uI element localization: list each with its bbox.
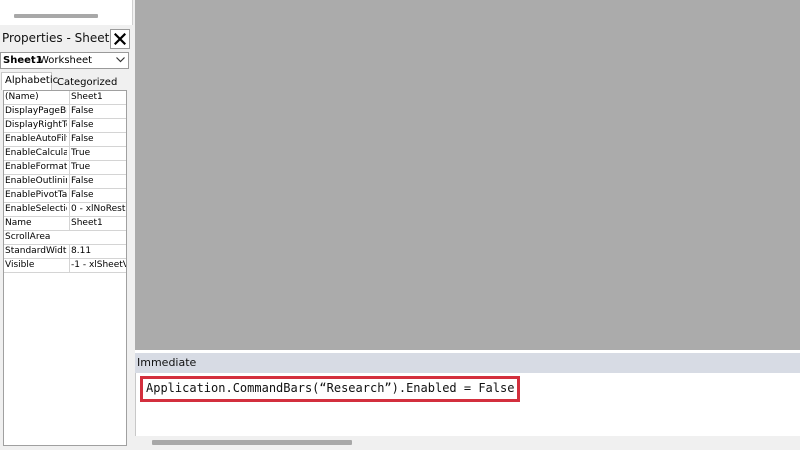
immediate-code-line[interactable]: Application.CommandBars(“Research”).Enab… (146, 381, 514, 395)
property-name: DisplayRightTo (5, 120, 67, 130)
chevron-down-icon (116, 57, 125, 63)
property-value[interactable]: False (69, 119, 126, 132)
property-row[interactable]: EnableSelection 0 - xlNoRestri (4, 203, 126, 217)
tab-alphabetic[interactable]: Alphabetic (1, 72, 58, 90)
immediate-horizontal-scrollbar-thumb[interactable] (152, 440, 352, 445)
property-name: EnableCalculati (5, 148, 67, 158)
property-value[interactable]: False (69, 189, 126, 202)
highlighted-code-box: Application.CommandBars(“Research”).Enab… (140, 376, 520, 402)
property-name: EnablePivotTab (5, 190, 67, 200)
property-row[interactable]: Name Sheet1 (4, 217, 126, 231)
properties-grid: (Name) Sheet1 DisplayPageBre False Displ… (3, 90, 127, 446)
project-explorer-horizontal-scrollbar[interactable] (14, 14, 98, 18)
property-name: Name (5, 218, 32, 228)
immediate-window-title: Immediate (137, 356, 197, 369)
property-name: EnableOutlining (5, 176, 67, 186)
property-value[interactable]: 8.11 (69, 245, 126, 258)
property-row[interactable]: StandardWidth 8.11 (4, 245, 126, 259)
project-explorer-pane[interactable] (0, 0, 133, 25)
properties-title: Properties - Sheet1 (2, 31, 117, 45)
property-name: (Name) (5, 92, 39, 102)
property-name: DisplayPageBre (5, 106, 67, 116)
property-row[interactable]: EnableAutoFilte False (4, 133, 126, 147)
code-workspace-area (135, 0, 800, 350)
property-value[interactable]: True (69, 161, 126, 174)
property-value[interactable]: False (69, 133, 126, 146)
properties-tabs: Alphabetic Categorized (0, 72, 132, 90)
close-icon (114, 33, 126, 45)
property-row[interactable]: EnablePivotTab False (4, 189, 126, 203)
property-value[interactable]: Sheet1 (69, 217, 126, 230)
property-value[interactable]: Sheet1 (69, 91, 126, 104)
immediate-window-title-bar: Immediate (135, 353, 800, 373)
property-name: Visible (5, 260, 35, 270)
property-row[interactable]: EnableOutlining False (4, 175, 126, 189)
properties-close-button[interactable] (110, 29, 130, 49)
property-name: EnableAutoFilte (5, 134, 67, 144)
property-row[interactable]: EnableCalculati True (4, 147, 126, 161)
property-row[interactable]: (Name) Sheet1 (4, 91, 126, 105)
property-row[interactable]: Visible -1 - xlSheetVi (4, 259, 126, 273)
object-selector-type: Worksheet (39, 55, 93, 66)
object-selector-name: Sheet1 (3, 55, 43, 66)
property-row[interactable]: EnableFormatC True (4, 161, 126, 175)
property-row[interactable]: DisplayRightTo False (4, 119, 126, 133)
property-value[interactable]: False (69, 175, 126, 188)
property-value[interactable]: 0 - xlNoRestri (69, 203, 126, 216)
property-value[interactable]: False (69, 105, 126, 118)
property-row[interactable]: ScrollArea (4, 231, 126, 245)
property-name: StandardWidth (5, 246, 67, 256)
property-name: ScrollArea (5, 232, 51, 242)
property-name: EnableSelection (5, 204, 67, 214)
property-value[interactable]: -1 - xlSheetVi (69, 259, 126, 272)
property-value[interactable]: True (69, 147, 126, 160)
property-name: EnableFormatC (5, 162, 67, 172)
property-row[interactable]: DisplayPageBre False (4, 105, 126, 119)
object-selector-dropdown[interactable]: Sheet1 Worksheet (0, 52, 129, 69)
